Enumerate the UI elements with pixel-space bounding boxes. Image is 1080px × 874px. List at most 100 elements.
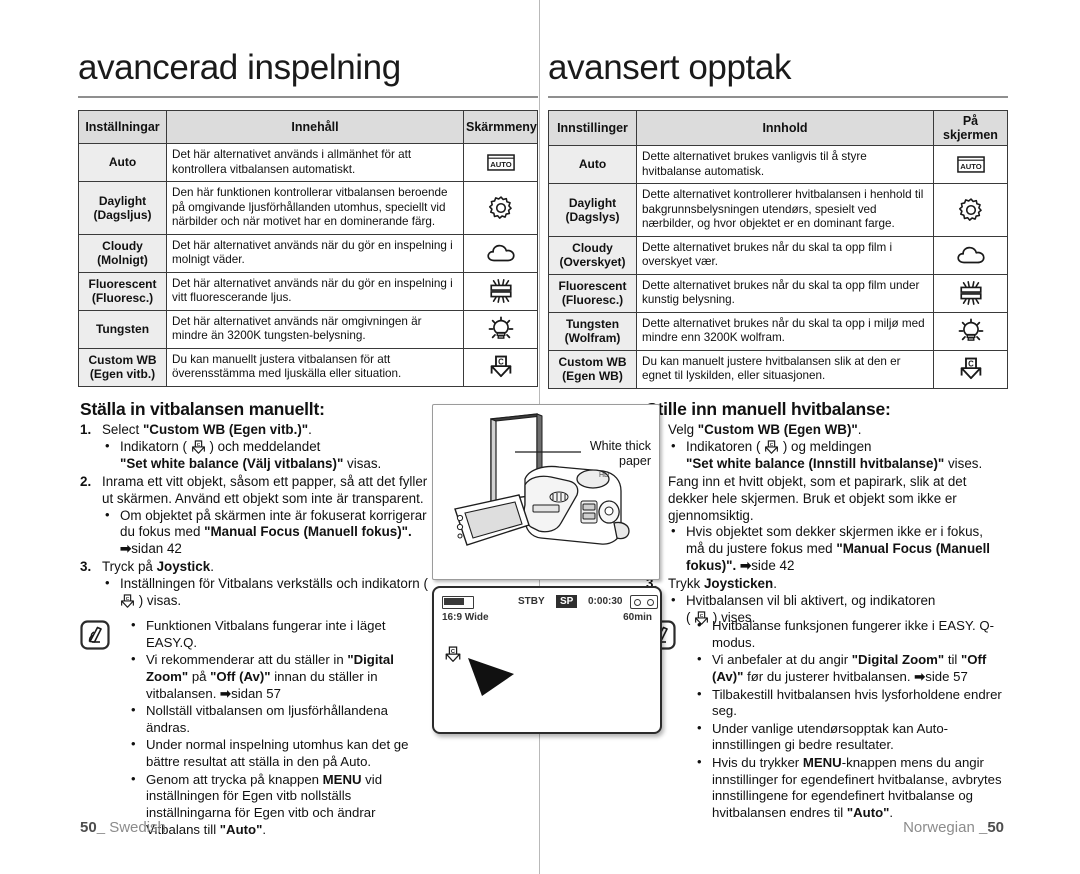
note-item: Genom att trycka på knappen MENU vid ins… [128,771,432,839]
note-block-swedish: Funktionen Vitbalans fungerar inte i läg… [80,617,432,839]
table-row: Fluorescent (Fluoresc.) Det här alternativ… [78,271,538,311]
footer-language: Norwegian [903,819,975,836]
custom-wb-icon: C [489,355,513,379]
white-balance-table-norwegian: Innstillinger Innhold På skjermen Auto De… [548,110,1008,389]
osd-tape-remaining: 60min [623,612,652,623]
step-subitem: Inställningen för Vitbalans verkställs o… [102,575,432,610]
pointer-arrow-icon [466,656,516,707]
step-item: 1.Velg "Custom WB (Egen WB)".Indikatoren… [646,422,1004,473]
table-row: Tungsten (Wolfram) Dette alternativet bruk… [548,311,1008,351]
steps-list: 1.Velg "Custom WB (Egen WB)".Indikatoren… [646,422,1004,627]
cell-description: Du kan manuellt justera vitbalansen för … [166,347,464,387]
footer-swedish: 50_ Swedish [80,819,166,836]
col-header-content: Innehåll [166,110,464,144]
cell-setting-name: Daylight (Dagslys) [548,183,637,237]
table-row: Custom WB (Egen WB) Du kan manuelt justere… [548,349,1008,389]
fluorescent-icon [488,278,514,304]
col-header-osd: På skjermen [933,110,1008,146]
osd-quality-badge: SP [556,595,578,608]
daylight-sun-icon [488,195,514,221]
custom-wb-icon: C [444,646,462,669]
step-number: 3. [80,559,92,575]
osd-aspect-ratio: 16:9 Wide [442,612,489,623]
col-header-settings: Innstillinger [548,110,637,146]
camera-illustration-figure: HD White thick paper [432,404,660,580]
step-subitem: Indikatorn ( C ) och meddelandet "Set wh… [102,438,432,473]
cell-osd-icon: AUTO [463,143,538,182]
step-sublist: Indikatorn ( C ) och meddelandet "Set wh… [102,438,432,473]
cell-setting-name: Fluorescent (Fluoresc.) [78,271,167,311]
step-sublist: Om objektet på skärmen inte är fokuserat… [102,507,432,559]
tape-cassette-icon [630,595,658,609]
note-item: Funktionen Vitbalans fungerar inte i läg… [128,617,432,651]
cell-description: Dette alternativet brukes når du skal ta… [636,235,934,275]
col-header-osd: Skärmmeny [463,110,538,144]
cell-description: Den här funktionen kontrollerar vitbalan… [166,181,464,235]
cell-setting-name: Fluorescent (Fluoresc.) [548,273,637,313]
cell-osd-icon [463,271,538,311]
cell-osd-icon: C [933,349,1008,389]
cell-osd-icon [463,309,538,349]
custom-wb-icon: C [959,357,983,381]
step-text: Inrama ett vitt objekt, såsom ett papper… [102,473,428,506]
step-number: 2. [80,473,92,489]
note-item: Hvis du trykker MENU-knappen mens du ang… [694,754,1004,822]
lcd-osd-figure: STBY SP 0:00:30 16:9 Wide 60min C [432,586,662,734]
manual-wb-instructions-norwegian: Stille inn manuell hvitbalanse: 1.Velg "… [646,398,1004,628]
note-list: Hvitbalanse funksjonen fungerer ikke i E… [694,617,1004,822]
camcorder-drawing: HD [454,413,630,546]
custom-wb-icon: C [191,440,206,455]
step-subitem: Om objektet på skärmen inte är fokuserat… [102,507,432,559]
cell-description: Det här alternativet används när du gör … [166,271,464,311]
manual-wb-instructions-swedish: Ställa in vitbalansen manuellt: 1. Select… [80,398,432,611]
note-list: Funktionen Vitbalans fungerar inte i läg… [128,617,432,839]
cell-osd-icon [463,233,538,273]
svg-text:AUTO: AUTO [490,160,512,169]
table-row: Custom WB (Egen vitb.) Du kan manuellt jus… [78,347,538,387]
step-number: 1. [80,422,92,438]
cell-osd-icon [933,235,1008,275]
camcorder-lcd-panel [454,494,530,546]
title-rule-norwegian [548,96,1008,98]
cell-description: Det här alternativet används i allmänhet… [166,143,464,182]
step-text: Fang inn et hvitt objekt, som et papirar… [668,473,967,523]
step-subitem: Hvis objektet som dekker skjermen ikke e… [668,523,1004,575]
cell-description: Det här alternativet används när du gör … [166,233,464,273]
tungsten-icon [958,318,984,344]
step-sublist: Indikatoren ( C ) og meldingen "Set whit… [668,438,1004,473]
title-rule-swedish [78,96,538,98]
cell-setting-name: Cloudy (Molnigt) [78,233,167,273]
page-title-norwegian: avansert opptak [548,48,792,87]
camera-label-line2: paper [619,454,651,468]
step-item: 2.Fang inn et hvitt objekt, som et papir… [646,474,1004,575]
step-subitem: Indikatoren ( C ) og meldingen "Set whit… [668,438,1004,473]
fluorescent-icon [958,280,984,306]
cloudy-icon [956,245,986,265]
cell-setting-name: Custom WB (Egen vitb.) [78,347,167,387]
cell-description: Det här alternativet används när omgivni… [166,309,464,349]
auto-icon: AUTO [956,156,985,173]
note-hand-icon [80,620,110,650]
note-block-norwegian: Hvitbalanse funksjonen fungerer ikke i E… [646,617,1004,823]
table-body: Auto Dette alternativet brukes vanligvis … [548,145,1008,389]
cell-osd-icon: AUTO [933,145,1008,184]
note-item: Under normal inspelning utomhus kan det … [128,736,432,770]
step-sublist: Hvis objektet som dekker skjermen ikke e… [668,523,1004,575]
page-title-swedish: avancerad inspelning [78,48,401,87]
cell-setting-name: Auto [548,145,637,184]
table-header-row: Inställningar Innehåll Skärmmeny [78,110,538,144]
table-row: Fluorescent (Fluoresc.) Dette alternativet… [548,273,1008,313]
custom-wb-icon: C [120,594,135,609]
cell-osd-icon [933,311,1008,351]
cell-setting-name: Cloudy (Overskyet) [548,235,637,275]
table-row: Auto Dette alternativet brukes vanligvis … [548,145,1008,184]
osd-timecode: 0:00:30 [588,596,623,607]
cell-osd-icon [933,273,1008,313]
footer-language: Swedish [109,819,166,836]
step-item: 2. Inrama ett vitt objekt, såsom ett papp… [80,474,432,558]
step-sublist: Inställningen för Vitbalans verkställs o… [102,575,432,610]
note-item: Tilbakestill hvitbalansen hvis lysforhol… [694,685,1004,720]
cell-setting-name: Tungsten (Wolfram) [548,311,637,351]
white-balance-table-swedish: Inställningar Innehåll Skärmmeny Auto Det… [78,110,538,387]
note-item: Nollställ vitbalansen om ljusförhållande… [128,702,432,736]
